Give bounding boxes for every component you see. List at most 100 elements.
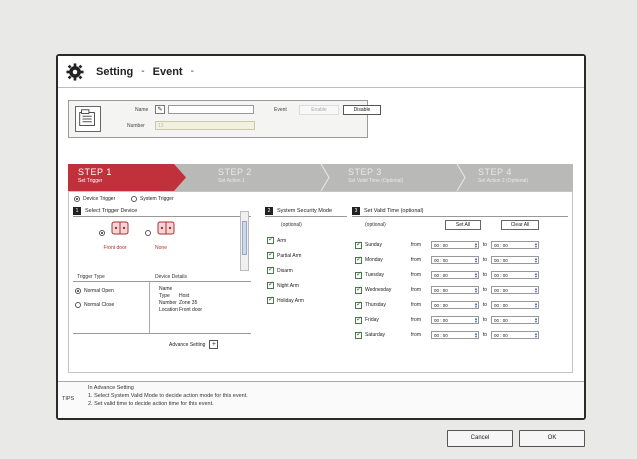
device-none-radio[interactable] bbox=[144, 229, 151, 236]
device-trigger-option[interactable]: Device Trigger bbox=[74, 196, 115, 202]
edit-name-icon[interactable]: ✎ bbox=[155, 105, 165, 114]
divider bbox=[149, 281, 150, 333]
name-input[interactable] bbox=[168, 105, 254, 114]
section-3-header: 3 Set Valid Time (optional) bbox=[352, 205, 424, 216]
from-time-input[interactable]: 00 : 00 ▲ ▼ bbox=[431, 316, 479, 324]
spinner-icon[interactable]: ▲ ▼ bbox=[534, 332, 538, 339]
to-time-input[interactable]: 00 : 00 ▲ ▼ bbox=[491, 286, 539, 294]
to-label: to bbox=[482, 272, 488, 278]
normal-close-radio[interactable] bbox=[75, 302, 81, 308]
from-time-input[interactable]: 00 : 00 ▲ ▼ bbox=[431, 331, 479, 339]
spinner-icon[interactable]: ▲ ▼ bbox=[474, 332, 478, 339]
day-checkbox[interactable] bbox=[355, 270, 362, 279]
security-mode-option[interactable]: Holiday Arm bbox=[267, 295, 304, 304]
spinner-icon[interactable]: ▲ ▼ bbox=[534, 302, 538, 309]
spinner-icon[interactable]: ▲ ▼ bbox=[474, 317, 478, 324]
tips-text: In Advance Setting 1. Select System Vali… bbox=[88, 384, 248, 408]
clear-all-button[interactable]: Clear All bbox=[501, 220, 539, 230]
device-front-door-radio[interactable] bbox=[98, 229, 105, 236]
security-mode-checkbox[interactable] bbox=[267, 235, 274, 244]
divider bbox=[265, 216, 347, 217]
section-2-title: System Security Mode bbox=[277, 207, 333, 214]
advance-setting-plus-button[interactable]: + bbox=[209, 340, 219, 349]
day-checkbox[interactable] bbox=[355, 240, 362, 249]
mode-optional-label: (optional) bbox=[281, 222, 302, 228]
day-checkbox[interactable] bbox=[355, 315, 362, 324]
day-checkbox[interactable] bbox=[355, 285, 362, 294]
to-time-input[interactable]: 00 : 00 ▲ ▼ bbox=[491, 316, 539, 324]
ok-button[interactable]: OK bbox=[519, 430, 585, 447]
from-time-value: 00 : 00 bbox=[434, 318, 448, 323]
step-1[interactable]: STEP 1 Set Trigger bbox=[68, 164, 186, 191]
breadcrumb-separator: - bbox=[190, 66, 194, 77]
breadcrumb-event[interactable]: Event bbox=[153, 66, 183, 78]
normal-close-label: Normal Close bbox=[84, 302, 115, 308]
step-3[interactable]: STEP 3 Set Valid Time (Optional) bbox=[338, 164, 458, 191]
day-checkbox[interactable] bbox=[355, 330, 362, 339]
day-checkbox[interactable] bbox=[355, 300, 362, 309]
spinner-icon[interactable]: ▲ ▼ bbox=[474, 287, 478, 294]
breadcrumb-setting[interactable]: Setting bbox=[96, 66, 133, 78]
from-time-input[interactable]: 00 : 00 ▲ ▼ bbox=[431, 256, 479, 264]
security-mode-option[interactable]: Partial Arm bbox=[267, 250, 301, 259]
security-mode-checkbox[interactable] bbox=[267, 280, 274, 289]
spinner-icon[interactable]: ▲ ▼ bbox=[534, 272, 538, 279]
security-mode-option[interactable]: Arm bbox=[267, 235, 286, 244]
step-4[interactable]: STEP 4 Set Action 2 (Optional) bbox=[468, 164, 573, 191]
normal-open-option[interactable]: Normal Open bbox=[75, 288, 114, 294]
from-time-input[interactable]: 00 : 00 ▲ ▼ bbox=[431, 271, 479, 279]
normal-open-radio[interactable] bbox=[75, 288, 81, 294]
to-time-input[interactable]: 00 : 00 ▲ ▼ bbox=[491, 301, 539, 309]
spinner-icon[interactable]: ▲ ▼ bbox=[534, 242, 538, 249]
scrollbar-thumb[interactable] bbox=[242, 221, 247, 255]
from-time-input[interactable]: 00 : 00 ▲ ▼ bbox=[431, 301, 479, 309]
disable-button[interactable]: Disable bbox=[343, 105, 381, 115]
divider bbox=[352, 216, 568, 217]
system-trigger-radio[interactable] bbox=[131, 196, 137, 202]
day-row: Tuesday from 00 : 00 ▲▼ to 00 : 00 ▲▼ bbox=[355, 270, 539, 279]
to-time-input[interactable]: 00 : 00 ▲ ▼ bbox=[491, 331, 539, 339]
day-checkbox[interactable] bbox=[355, 255, 362, 264]
security-mode-checkbox[interactable] bbox=[267, 265, 274, 274]
spinner-icon[interactable]: ▲ ▼ bbox=[534, 317, 538, 324]
device-trigger-radio[interactable] bbox=[74, 196, 80, 202]
from-time-input[interactable]: 00 : 00 ▲ ▼ bbox=[431, 241, 479, 249]
device-list-scrollbar[interactable] bbox=[240, 211, 249, 271]
spinner-icon[interactable]: ▲ ▼ bbox=[534, 257, 538, 264]
security-mode-checkbox[interactable] bbox=[267, 250, 274, 259]
to-time-input[interactable]: 00 : 00 ▲ ▼ bbox=[491, 241, 539, 249]
day-label: Wednesday bbox=[365, 287, 392, 293]
from-time-input[interactable]: 00 : 00 ▲ ▼ bbox=[431, 286, 479, 294]
spinner-icon[interactable]: ▲ ▼ bbox=[474, 242, 478, 249]
device-front-door[interactable]: Front door bbox=[95, 219, 135, 251]
advance-setting[interactable]: Advance Setting + bbox=[169, 340, 219, 349]
to-time-input[interactable]: 00 : 00 ▲ ▼ bbox=[491, 271, 539, 279]
to-label: to bbox=[482, 242, 488, 248]
from-label: from bbox=[411, 272, 421, 278]
step-2[interactable]: STEP 2 Set Action 1 bbox=[208, 164, 328, 191]
security-mode-option[interactable]: Night Arm bbox=[267, 280, 299, 289]
to-time-value: 00 : 00 bbox=[494, 333, 508, 338]
security-mode-option[interactable]: Disarm bbox=[267, 265, 293, 274]
to-time-input[interactable]: 00 : 00 ▲ ▼ bbox=[491, 256, 539, 264]
device-none[interactable]: None bbox=[141, 219, 181, 251]
system-trigger-option[interactable]: System Trigger bbox=[131, 196, 174, 202]
spinner-icon[interactable]: ▲ ▼ bbox=[534, 287, 538, 294]
from-label: from bbox=[411, 242, 421, 248]
to-label: to bbox=[482, 317, 488, 323]
section-2-number: 2 bbox=[265, 206, 273, 215]
spinner-icon[interactable]: ▲ ▼ bbox=[474, 257, 478, 264]
tips-label: TIPS bbox=[62, 396, 75, 402]
to-label: to bbox=[482, 302, 488, 308]
spinner-icon[interactable]: ▲ ▼ bbox=[474, 302, 478, 309]
spinner-icon[interactable]: ▲ ▼ bbox=[474, 272, 478, 279]
set-all-button[interactable]: Set All bbox=[445, 220, 481, 230]
from-label: from bbox=[411, 317, 421, 323]
cancel-button[interactable]: Cancel bbox=[447, 430, 513, 447]
system-trigger-label: System Trigger bbox=[140, 196, 174, 202]
step-bar: STEP 1 Set Trigger STEP 2 Set Action 1 S… bbox=[68, 164, 573, 191]
security-mode-checkbox[interactable] bbox=[267, 295, 274, 304]
normal-close-option[interactable]: Normal Close bbox=[75, 302, 114, 308]
section-1-header: 1 Select Trigger Device bbox=[73, 205, 137, 216]
enable-button[interactable]: Enable bbox=[299, 105, 339, 115]
